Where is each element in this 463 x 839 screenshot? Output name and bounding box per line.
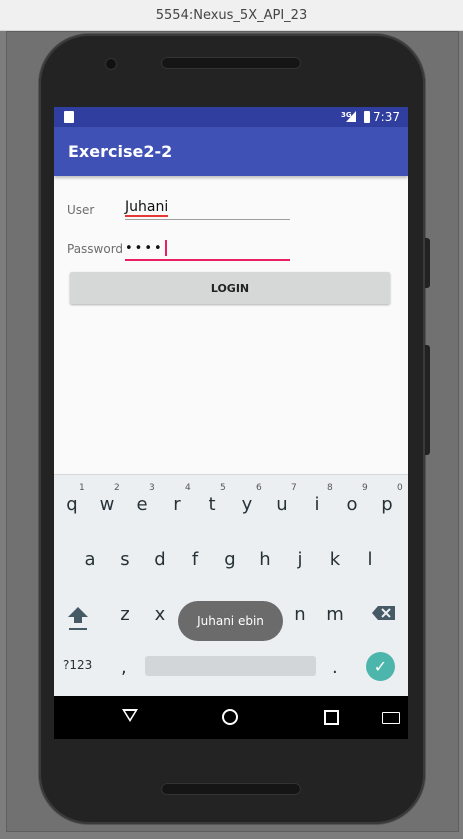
back-icon[interactable] [122, 709, 138, 722]
key-hint-5: 5 [220, 483, 226, 493]
user-input-value: Juhani [125, 199, 169, 217]
text-cursor [164, 240, 167, 256]
key-k[interactable]: k [320, 542, 350, 576]
phone-screen: 3G 7:37 Exercise2-2 User Juhani Password… [54, 107, 408, 739]
volume-button[interactable] [425, 238, 430, 288]
key-s[interactable]: s [110, 542, 140, 576]
user-input[interactable]: Juhani [125, 199, 290, 220]
key-hint-8: 8 [327, 483, 333, 493]
power-button[interactable] [425, 345, 430, 455]
user-label: User [67, 203, 95, 217]
comma-key[interactable]: , [121, 657, 127, 678]
checkmark-icon: ✓ [373, 657, 388, 676]
key-f[interactable]: f [180, 542, 210, 576]
keyboard-switch-icon[interactable] [382, 712, 400, 724]
key-hint-7: 7 [291, 483, 297, 493]
key-hint-3: 3 [149, 483, 155, 493]
recent-apps-icon[interactable] [324, 710, 339, 725]
key-a[interactable]: a [75, 542, 105, 576]
key-m[interactable]: m [320, 597, 350, 631]
soft-keyboard: q w e r t y u i o p 1 2 3 4 5 6 7 8 9 0 … [54, 474, 408, 697]
toast-message: Juhani ebin [178, 601, 283, 641]
symbols-key[interactable]: ?123 [63, 658, 92, 672]
key-hint-2: 2 [114, 483, 120, 493]
app-bar: Exercise2-2 [54, 127, 408, 176]
space-key[interactable] [145, 656, 316, 676]
key-j[interactable]: j [285, 542, 315, 576]
emulator-title: 5554:Nexus_5X_API_23 [155, 7, 308, 23]
key-d[interactable]: d [145, 542, 175, 576]
backspace-key-icon[interactable] [371, 603, 397, 623]
key-n[interactable]: n [285, 597, 315, 631]
battery-icon [364, 111, 370, 123]
key-hint-4: 4 [185, 483, 191, 493]
key-h[interactable]: h [250, 542, 280, 576]
shift-key-icon[interactable] [66, 603, 90, 633]
key-hint-1: 1 [79, 483, 85, 493]
password-input[interactable]: •••• [125, 237, 290, 261]
key-l[interactable]: l [355, 542, 385, 576]
status-bar: 3G 7:37 [54, 107, 408, 127]
key-x[interactable]: x [145, 597, 175, 631]
emulator-title-bar: 5554:Nexus_5X_API_23 [0, 0, 463, 31]
enter-key[interactable]: ✓ [366, 652, 395, 681]
toast-text: Juhani ebin [197, 614, 264, 628]
top-speaker [161, 57, 301, 69]
signal-icon [346, 111, 356, 122]
home-icon[interactable] [222, 709, 238, 725]
key-hint-9: 9 [362, 483, 368, 493]
navigation-bar [54, 696, 408, 739]
key-g[interactable]: g [215, 542, 245, 576]
front-camera [105, 58, 117, 70]
status-time: 7:37 [373, 110, 400, 124]
period-key[interactable]: . [332, 657, 338, 678]
key-hint-6: 6 [256, 483, 262, 493]
password-label: Password [67, 242, 124, 256]
key-hint-0: 0 [397, 483, 403, 493]
sd-card-icon [64, 111, 74, 123]
bottom-speaker [161, 783, 301, 795]
password-input-value: •••• [125, 240, 164, 256]
login-button[interactable]: LOGIN [70, 272, 390, 304]
app-title: Exercise2-2 [68, 142, 173, 161]
key-z[interactable]: z [110, 597, 140, 631]
